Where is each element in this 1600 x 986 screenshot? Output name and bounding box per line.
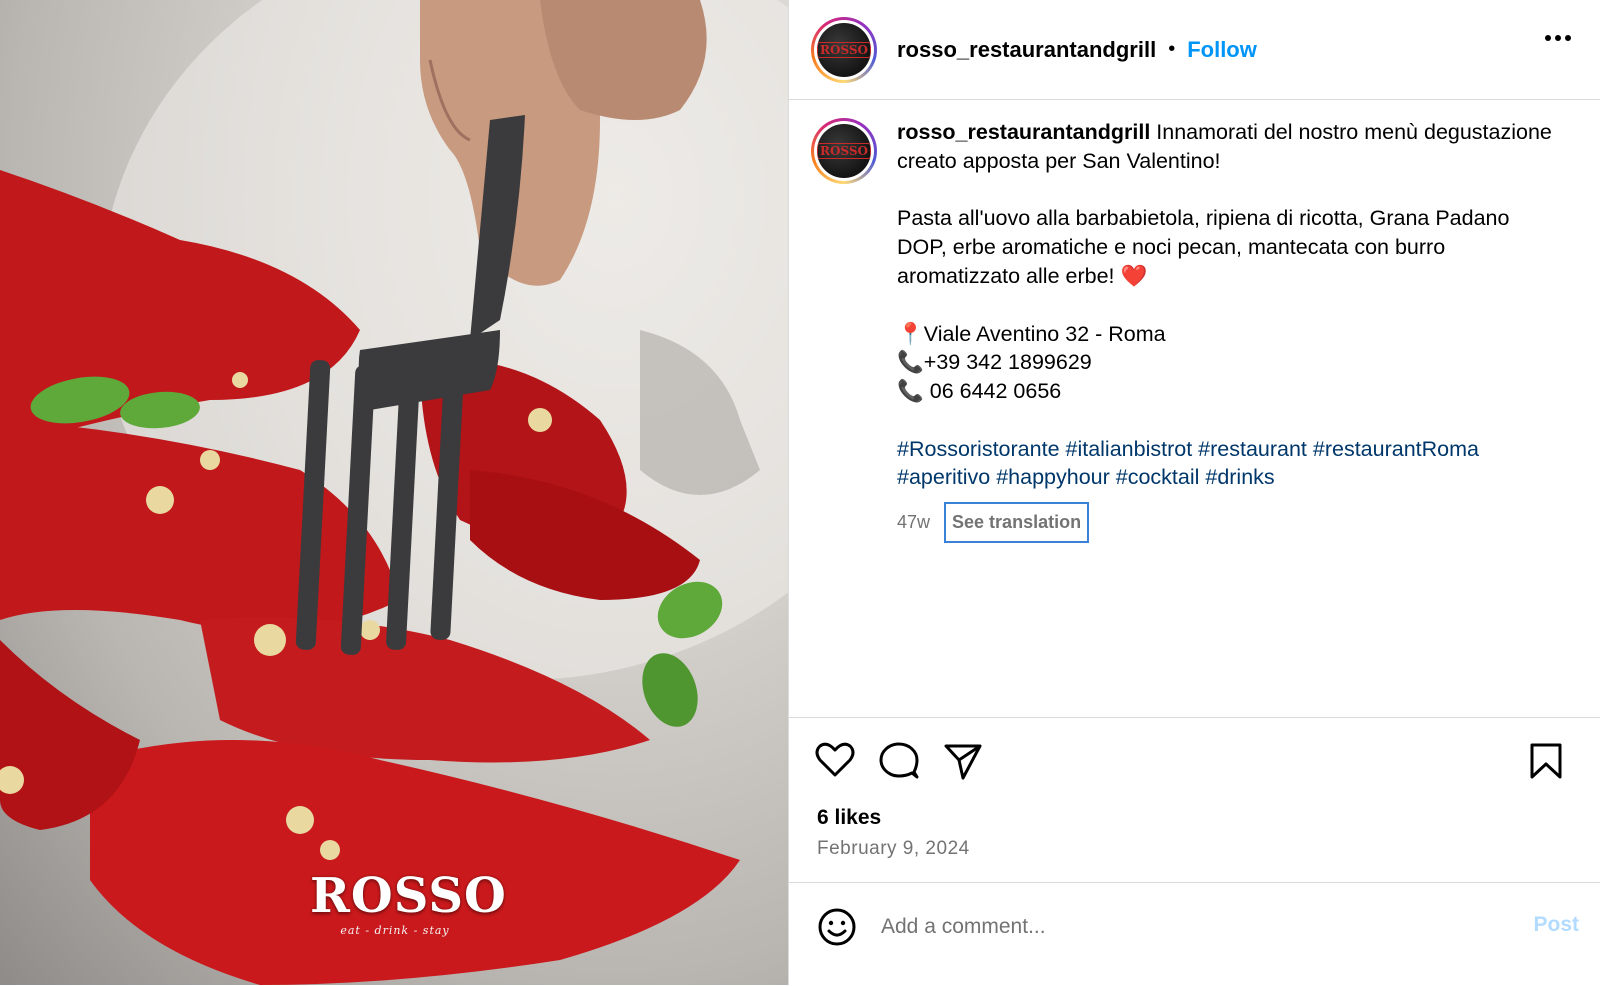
caption: ROSSO rosso_restaurantandgrill Innamorat… [811,118,1571,543]
caption-line2: Pasta all'uovo alla barbabietola, ripien… [897,206,1510,288]
emoji-icon[interactable] [817,907,857,947]
avatar[interactable]: ROSSO [811,16,877,83]
rosso-logo: ROSSO eat - drink - stay [310,868,507,968]
follow-button[interactable]: Follow [1187,37,1257,63]
post-age[interactable]: 47w [897,508,930,537]
caption-phone2: 📞 06 6442 0656 [897,378,1062,403]
caption-meta: 47w See translation [897,502,1557,543]
share-icon[interactable] [943,742,983,780]
logo-text: ROSSO [310,868,507,924]
comment-icon[interactable] [879,742,919,780]
more-options-icon[interactable] [1544,34,1572,42]
bookmark-icon[interactable] [1529,742,1563,780]
caption-body: rosso_restaurantandgrill Innamorati del … [897,118,1557,543]
avatar-logo: ROSSO [817,143,871,159]
action-bar [789,717,1600,798]
caption-hashtags[interactable]: #Rossoristorante #italianbistrot #restau… [897,435,1557,492]
comment-box: Post [789,882,1600,986]
heart-icon[interactable] [815,742,855,778]
caption-username[interactable]: rosso_restaurantandgrill [897,120,1150,144]
post-button[interactable]: Post [1533,913,1579,937]
caption-phone1: 📞+39 342 1899629 [897,350,1092,375]
post-header: ROSSO rosso_restaurantandgrill • Follow [789,0,1600,100]
likes-count[interactable]: 6 likes [817,806,881,830]
separator-dot: • [1168,38,1176,60]
instagram-post: ROSSO eat - drink - stay ROSSO rosso_res… [0,0,1600,985]
food-illustration [0,0,788,985]
post-panel: ROSSO rosso_restaurantandgrill • Follow … [788,0,1600,985]
see-translation-button[interactable]: See translation [944,502,1090,543]
caption-address: 📍Viale Aventino 32 - Roma [897,321,1166,346]
post-date: February 9, 2024 [817,838,970,859]
logo-tagline: eat - drink - stay [340,924,450,937]
avatar-logo: ROSSO [817,41,871,58]
caption-avatar[interactable]: ROSSO [811,118,877,184]
comment-input[interactable] [879,911,1483,943]
post-photo[interactable]: ROSSO eat - drink - stay [0,0,788,985]
header-username[interactable]: rosso_restaurantandgrill [897,37,1156,63]
